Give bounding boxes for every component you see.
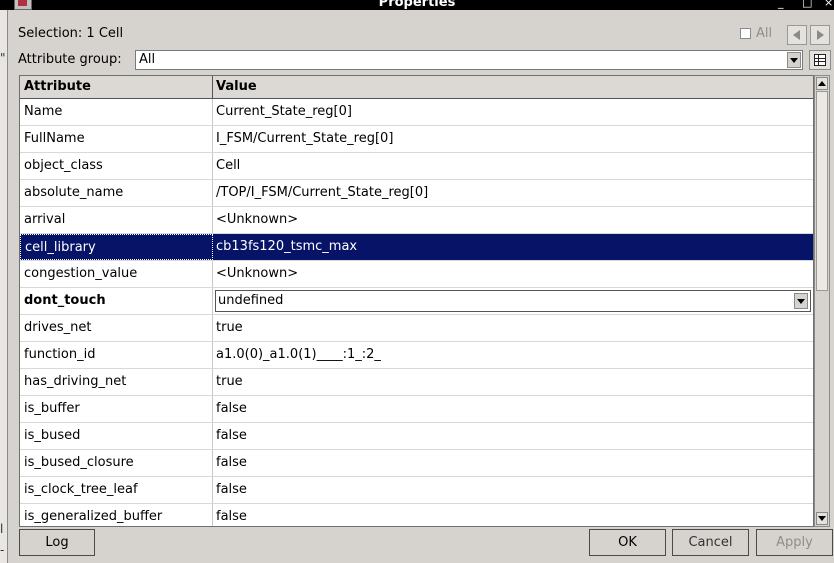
value-cell: a1.0(0)_a1.0(1)____:1_:2_: [216, 347, 381, 362]
column-header-attribute[interactable]: Attribute: [20, 76, 213, 98]
value-cell: <Unknown>: [216, 266, 299, 281]
attribute-cell: function_id: [20, 342, 213, 368]
attribute-cell: Name: [20, 99, 213, 125]
all-label: All: [756, 26, 773, 41]
value-cell: I_FSM/Current_State_reg[0]: [216, 131, 394, 146]
attribute-cell: FullName: [20, 126, 213, 152]
value-cell: false: [216, 455, 247, 470]
table-row[interactable]: has_driving_net true: [20, 369, 813, 396]
value-cell: true: [216, 374, 243, 389]
attribute-cell: cell_library: [20, 234, 213, 260]
table-row[interactable]: is_clock_tree_leaf false: [20, 477, 813, 504]
table-row-selected[interactable]: cell_library cb13fs120_tsmc_max: [20, 234, 813, 261]
attribute-cell: has_driving_net: [20, 369, 213, 395]
table-row[interactable]: absolute_name /TOP/I_FSM/Current_State_r…: [20, 180, 813, 207]
attribute-group-select[interactable]: All: [135, 50, 803, 70]
table-row[interactable]: is_bused false: [20, 423, 813, 450]
chevron-down-icon[interactable]: [787, 52, 801, 68]
close-icon[interactable]: ×: [824, 0, 833, 9]
ok-button[interactable]: OK: [589, 529, 666, 556]
background-text-fragment: ": [0, 51, 6, 65]
minimize-icon[interactable]: _: [778, 0, 784, 9]
log-button[interactable]: Log: [19, 529, 95, 556]
value-cell: Cell: [216, 158, 241, 173]
attribute-cell: is_generalized_buffer: [20, 504, 213, 526]
previous-button[interactable]: [787, 25, 807, 45]
value-cell: true: [216, 320, 243, 335]
value-cell: false: [216, 401, 247, 416]
table-row[interactable]: is_generalized_buffer false: [20, 504, 813, 526]
attribute-cell: is_clock_tree_leaf: [20, 477, 213, 503]
table-row[interactable]: drives_net true: [20, 315, 813, 342]
table-row[interactable]: FullName I_FSM/Current_State_reg[0]: [20, 126, 813, 153]
attribute-cell: is_bused: [20, 423, 213, 449]
apply-button[interactable]: Apply: [756, 529, 833, 556]
table-row[interactable]: Name Current_State_reg[0]: [20, 99, 813, 126]
properties-table[interactable]: Attribute Value Name Current_State_reg[0…: [19, 75, 814, 527]
attribute-cell: dont_touch: [20, 288, 213, 314]
scrollbar-thumb[interactable]: [816, 91, 828, 291]
title-bar[interactable]: Properties _ □ ×: [0, 0, 834, 10]
column-header-value[interactable]: Value: [216, 79, 257, 94]
attribute-cell: arrival: [20, 207, 213, 233]
background-text-fragment: -: [0, 543, 5, 557]
attribute-group-value: All: [139, 52, 156, 67]
scroll-down-icon[interactable]: [816, 512, 828, 525]
attribute-cell: absolute_name: [20, 180, 213, 206]
all-checkbox[interactable]: [740, 28, 751, 39]
background-text-fragment: l: [0, 522, 4, 536]
value-cell: <Unknown>: [216, 212, 299, 227]
cancel-button[interactable]: Cancel: [672, 529, 749, 556]
table-row[interactable]: dont_touch undefined: [20, 288, 813, 315]
value-dropdown[interactable]: undefined: [215, 290, 811, 312]
maximize-icon[interactable]: □: [802, 0, 812, 9]
attribute-cell: congestion_value: [20, 261, 213, 287]
table-row[interactable]: arrival <Unknown>: [20, 207, 813, 234]
chevron-down-icon[interactable]: [794, 293, 808, 309]
attribute-group-label: Attribute group:: [18, 52, 122, 67]
background-window-edge: [0, 10, 8, 563]
value-cell: cb13fs120_tsmc_max: [216, 239, 358, 254]
vertical-scrollbar[interactable]: [814, 75, 830, 527]
selection-label: Selection: 1 Cell: [18, 26, 124, 41]
table-icon: [814, 54, 826, 66]
value-cell: false: [216, 482, 247, 497]
table-row[interactable]: is_bused_closure false: [20, 450, 813, 477]
table-view-button[interactable]: [809, 50, 831, 70]
scroll-up-icon[interactable]: [816, 77, 828, 90]
attribute-cell: is_bused_closure: [20, 450, 213, 476]
arrow-right-icon: [817, 30, 824, 40]
table-header: Attribute Value: [20, 76, 813, 99]
value-cell: Current_State_reg[0]: [216, 104, 352, 119]
value-cell: false: [216, 509, 247, 524]
table-row[interactable]: congestion_value <Unknown>: [20, 261, 813, 288]
attribute-cell: object_class: [20, 153, 213, 179]
table-row[interactable]: is_buffer false: [20, 396, 813, 423]
value-cell: /TOP/I_FSM/Current_State_reg[0]: [216, 185, 429, 200]
arrow-left-icon: [793, 30, 800, 40]
table-row[interactable]: object_class Cell: [20, 153, 813, 180]
next-button[interactable]: [810, 25, 830, 45]
table-row[interactable]: function_id a1.0(0)_a1.0(1)____:1_:2_: [20, 342, 813, 369]
window-title: Properties: [378, 0, 456, 10]
value-cell: false: [216, 428, 247, 443]
value-dropdown-text: undefined: [218, 293, 284, 308]
attribute-cell: drives_net: [20, 315, 213, 341]
attribute-cell: is_buffer: [20, 396, 213, 422]
